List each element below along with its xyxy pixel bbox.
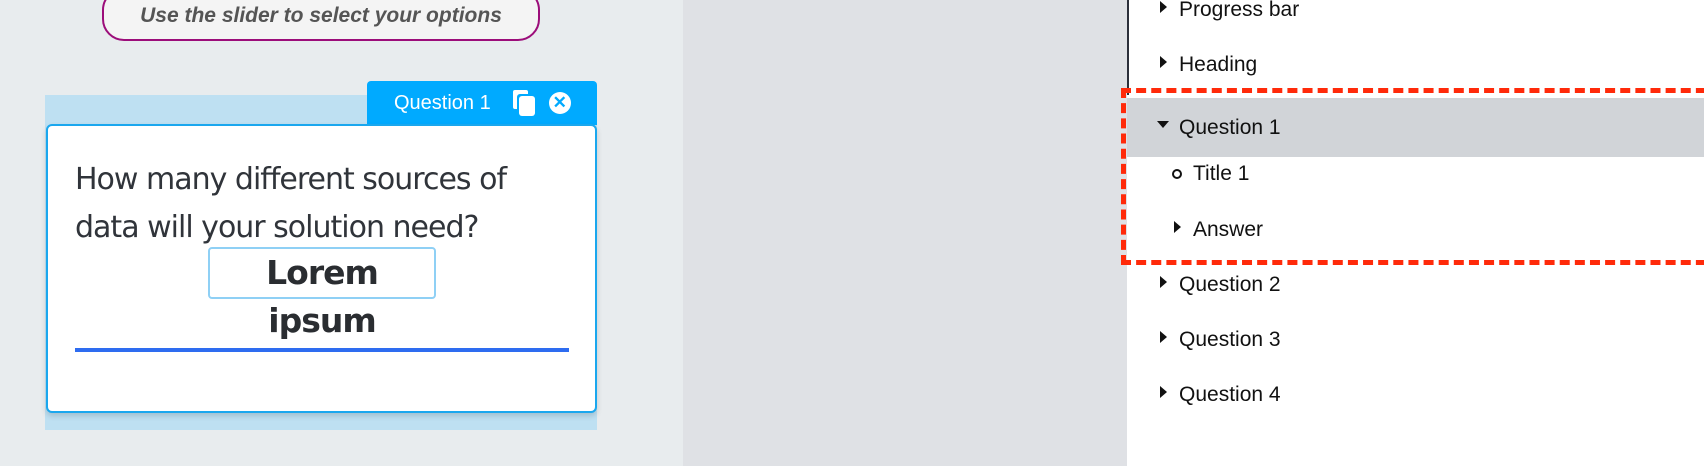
tree-item-label: Question 3 xyxy=(1179,327,1281,351)
instruction-banner[interactable]: Use the slider to select your options xyxy=(102,0,540,41)
tree-item-heading[interactable]: Heading xyxy=(1127,37,1704,92)
highlight-annotation-box xyxy=(1121,88,1704,265)
question-card[interactable]: How many different sources of data will … xyxy=(46,124,597,413)
question-text[interactable]: How many different sources of data will … xyxy=(75,156,545,252)
question-tab-label: Question 1 xyxy=(394,91,491,114)
caret-right-icon[interactable] xyxy=(1160,55,1167,68)
tree-item-label: Progress bar xyxy=(1179,0,1300,21)
tree-item-question-4[interactable]: Question 4 xyxy=(1127,367,1704,422)
caret-right-icon[interactable] xyxy=(1160,385,1167,398)
caret-right-icon[interactable] xyxy=(1160,275,1167,288)
tree-item-label: Question 2 xyxy=(1179,272,1281,296)
tree-item-label: Heading xyxy=(1179,52,1258,76)
duplicate-icon[interactable] xyxy=(512,90,535,116)
answer-slider[interactable] xyxy=(75,348,569,352)
title-field[interactable]: Lorem ipsum xyxy=(208,247,436,340)
close-icon[interactable]: ✕ xyxy=(548,92,571,114)
tree-item-progress-bar[interactable]: Progress bar xyxy=(1127,0,1704,37)
tree-item-question-2[interactable]: Question 2 xyxy=(1127,257,1704,312)
canvas-gutter xyxy=(683,0,1127,466)
tree-item-question-3[interactable]: Question 3 xyxy=(1127,312,1704,367)
caret-right-icon[interactable] xyxy=(1160,0,1167,13)
banner-text: Use the slider to select your options xyxy=(140,4,502,27)
question-tab[interactable]: Question 1 ✕ xyxy=(367,81,597,125)
tree-item-label: Question 4 xyxy=(1179,382,1281,406)
caret-right-icon[interactable] xyxy=(1160,330,1167,343)
